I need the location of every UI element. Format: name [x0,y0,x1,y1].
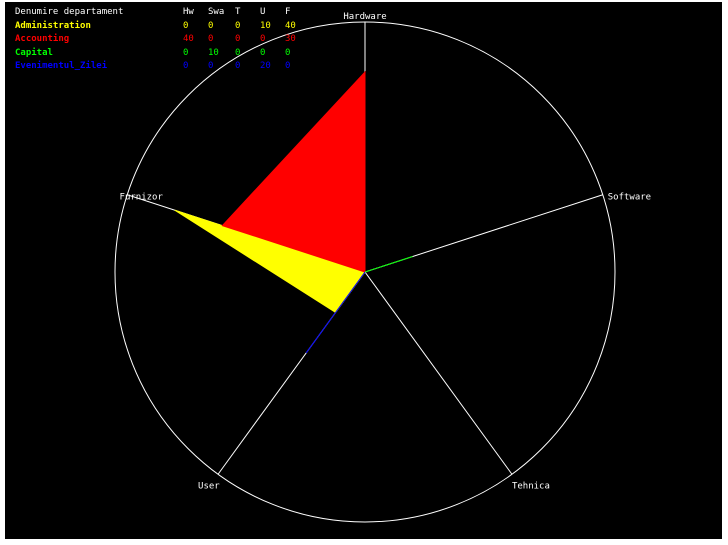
legend-value: 0 [183,61,189,71]
legend-series-name: Evenimentul_Zilei [15,61,108,71]
legend-value: 0 [260,47,266,58]
legend-header-swa: Swa [208,7,225,17]
legend-row-administration: Administration 0 0 0 10 40 [15,20,310,34]
legend-header-row: Denumire departament Hw Swa T U F [15,6,310,20]
legend-value: 0 [208,20,214,31]
axis-label-hardware: Hardware [343,12,386,22]
legend-header-hw: Hw [183,7,194,17]
legend-value: 0 [183,47,189,58]
legend-value: 40 [285,20,296,31]
legend-value: 0 [260,34,266,44]
legend-value: 40 [183,34,194,44]
legend-series-name: Administration [15,20,91,31]
legend-row-accounting: Accounting 40 0 0 0 30 [15,33,310,47]
legend-series-name: Capital [15,47,53,58]
radar-chart: Hardware Software Tehnica User Furnizor [114,12,651,523]
axis-line-tehnica [364,271,513,475]
legend-value: 0 [183,20,189,31]
legend-header-name: Denumire departament [15,7,124,17]
chart-frame: Hardware Software Tehnica User Furnizor Denu… [5,2,722,539]
legend-value: 10 [208,47,219,58]
legend-row-capital: Capital 0 10 0 0 0 [15,47,310,61]
axis-label-tehnica: Tehnica [512,481,550,491]
legend-value: 0 [235,47,241,58]
legend-value: 0 [235,20,241,31]
legend-row-evenimentul-zilei: Evenimentul_Zilei 0 0 0 20 0 [15,60,310,74]
legend-value: 0 [285,61,291,71]
legend-value: 10 [260,20,271,31]
legend-series-name: Accounting [15,34,70,44]
legend-table: Denumire departament Hw Swa T U F Admini… [15,6,310,74]
legend-value: 20 [260,61,271,71]
legend-header-u: U [260,7,266,17]
series-area-capital [364,256,413,273]
legend-header-t: T [235,7,241,17]
legend-value: 0 [285,47,291,58]
axis-label-software: Software [608,193,651,203]
axis-label-furnizor: Furnizor [120,193,164,203]
legend-value: 0 [208,61,214,71]
legend-header-f: F [285,7,291,17]
legend-value: 0 [235,34,241,44]
legend-value: 0 [208,34,214,44]
legend-value: 30 [285,34,296,44]
legend-value: 0 [235,61,241,71]
axis-label-user: User [198,481,220,491]
